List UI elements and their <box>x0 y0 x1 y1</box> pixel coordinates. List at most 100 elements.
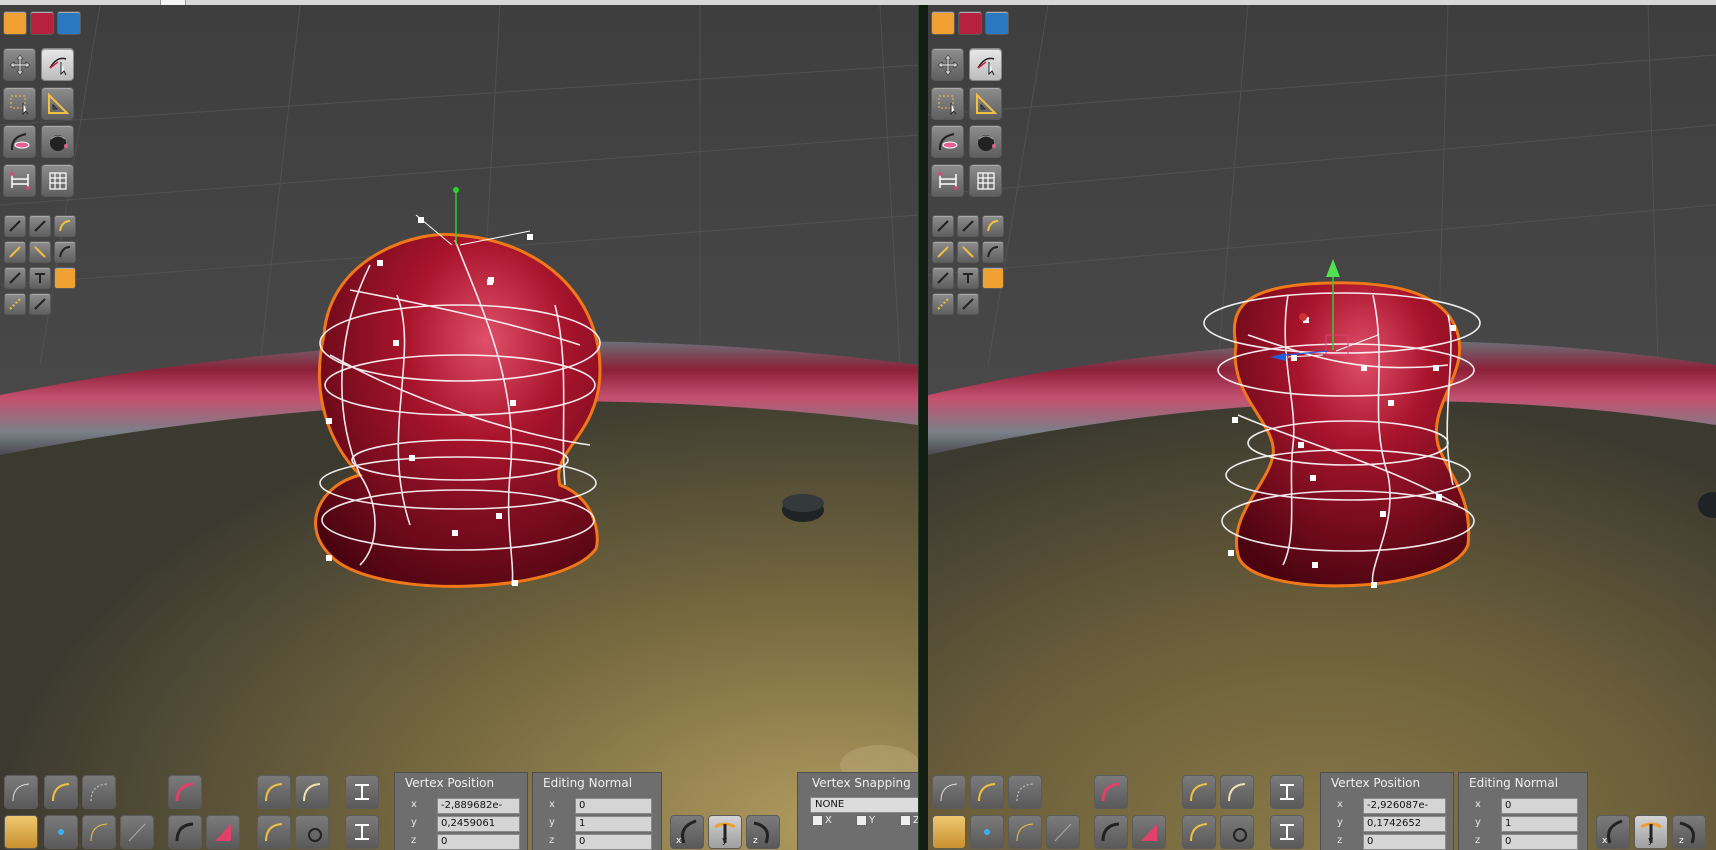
spline-mode-yellow-icon[interactable] <box>3 11 27 35</box>
axis-y-button[interactable]: y <box>1634 815 1668 849</box>
edit-point-icon[interactable] <box>4 267 26 289</box>
move-tool-icon[interactable] <box>3 48 36 81</box>
bridge-icon[interactable] <box>3 164 36 197</box>
axis-z-button[interactable]: z <box>746 815 780 849</box>
curve-tool-icon[interactable] <box>1220 775 1254 809</box>
snap-z-checkbox[interactable]: Z <box>900 815 918 826</box>
select-curve-tool-icon[interactable] <box>41 48 74 81</box>
snapping-mode-select[interactable]: NONE <box>810 797 918 813</box>
edit-point-icon[interactable] <box>957 267 979 289</box>
edit-point-icon[interactable] <box>932 241 954 263</box>
edit-point-icon[interactable] <box>932 215 954 237</box>
edit-point-icon[interactable] <box>957 215 979 237</box>
vertex-y-field[interactable]: 0,2459061 <box>437 816 520 832</box>
rect-select-icon[interactable] <box>3 87 36 120</box>
normal-y-field[interactable]: 1 <box>1501 816 1578 832</box>
vertex-z-field[interactable]: 0 <box>1363 834 1446 850</box>
measure-triangle-icon[interactable] <box>41 87 74 120</box>
arc-tool-icon[interactable] <box>1046 815 1080 849</box>
arc-tool-icon[interactable] <box>4 775 38 809</box>
active-cap-icon[interactable] <box>54 267 76 289</box>
spline-mode-yellow-icon[interactable] <box>931 11 955 35</box>
edit-point-icon[interactable] <box>29 293 51 315</box>
snap-x-checkbox[interactable]: X <box>812 815 832 826</box>
axis-y-button[interactable]: y <box>708 815 742 849</box>
vertex-x-field[interactable]: -2,889682e- <box>437 798 520 814</box>
shell-icon[interactable] <box>41 125 74 158</box>
curve-tool-icon[interactable] <box>1094 815 1128 849</box>
arc-tool-icon[interactable] <box>82 815 116 849</box>
arc-fill-icon[interactable] <box>932 815 966 849</box>
edit-point-icon[interactable] <box>982 241 1004 263</box>
arc-fill-icon[interactable] <box>4 815 38 849</box>
move-tool-icon[interactable] <box>931 48 964 81</box>
ring-tool-icon[interactable] <box>1220 815 1254 849</box>
ring-tool-icon[interactable] <box>295 815 329 849</box>
right-viewport[interactable]: Vertex Position x -2,926087e- y 0,174265… <box>928 5 1716 850</box>
axis-z-button[interactable]: z <box>1672 815 1706 849</box>
grid-icon[interactable] <box>41 164 74 197</box>
spline-mode-red-icon[interactable] <box>30 11 54 35</box>
curve-tool-icon[interactable] <box>168 815 202 849</box>
red-curve-icon[interactable] <box>168 775 202 809</box>
edit-point-icon[interactable] <box>4 215 26 237</box>
edit-point-icon[interactable] <box>29 267 51 289</box>
edit-point-icon[interactable] <box>54 215 76 237</box>
grid-icon[interactable] <box>969 164 1002 197</box>
vertex-x-field[interactable]: -2,926087e- <box>1363 798 1446 814</box>
lathe-curve-icon[interactable] <box>931 125 964 158</box>
curve-tool-icon[interactable] <box>295 775 329 809</box>
spline-mode-blue-icon[interactable] <box>57 11 81 35</box>
left-viewport[interactable]: Vertex Position x -2,889682e- y 0,245906… <box>0 5 918 850</box>
align-icon[interactable] <box>345 775 379 809</box>
arc-tool-icon[interactable] <box>44 775 78 809</box>
vertex-y-field[interactable]: 0,1742652 <box>1363 816 1446 832</box>
arc-tool-icon[interactable] <box>82 775 116 809</box>
edit-point-icon[interactable] <box>29 241 51 263</box>
edit-point-icon[interactable] <box>4 241 26 263</box>
edit-point-icon[interactable] <box>982 215 1004 237</box>
lathe-curve-icon[interactable] <box>3 125 36 158</box>
edit-point-icon[interactable] <box>54 241 76 263</box>
snap-y-checkbox[interactable]: Y <box>856 815 875 826</box>
curve-tool-icon[interactable] <box>1182 775 1216 809</box>
curve-tool-icon[interactable] <box>257 775 291 809</box>
edit-point-icon[interactable] <box>957 293 979 315</box>
arc-tool-icon[interactable] <box>970 775 1004 809</box>
wedge-icon[interactable] <box>1132 815 1166 849</box>
edit-point-icon[interactable] <box>932 267 954 289</box>
edit-point-icon[interactable] <box>29 215 51 237</box>
curve-tool-icon[interactable] <box>257 815 291 849</box>
active-cap-icon[interactable] <box>982 267 1004 289</box>
measure-triangle-icon[interactable] <box>969 87 1002 120</box>
axis-x-button[interactable]: x <box>1596 815 1630 849</box>
edit-point-icon[interactable] <box>957 241 979 263</box>
arc-tool-icon[interactable] <box>932 775 966 809</box>
arc-tool-icon[interactable] <box>120 815 154 849</box>
arc-tool-icon[interactable] <box>1008 815 1042 849</box>
align-icon[interactable] <box>1270 815 1304 849</box>
align-icon[interactable] <box>345 815 379 849</box>
normal-x-field[interactable]: 0 <box>1501 798 1578 814</box>
normal-z-field[interactable]: 0 <box>1501 834 1578 850</box>
shell-icon[interactable] <box>969 125 1002 158</box>
arc-tool-icon[interactable] <box>1008 775 1042 809</box>
edit-point-icon[interactable] <box>4 293 26 315</box>
normal-x-field[interactable]: 0 <box>575 798 652 814</box>
spline-mode-red-icon[interactable] <box>958 11 982 35</box>
spline-mode-blue-icon[interactable] <box>985 11 1009 35</box>
star-tool-icon[interactable] <box>44 815 78 849</box>
align-icon[interactable] <box>1270 775 1304 809</box>
edit-point-icon[interactable] <box>932 293 954 315</box>
axis-x-button[interactable]: x <box>670 815 704 849</box>
red-curve-icon[interactable] <box>1094 775 1128 809</box>
wedge-icon[interactable] <box>206 815 240 849</box>
vertex-z-field[interactable]: 0 <box>437 834 520 850</box>
normal-z-field[interactable]: 0 <box>575 834 652 850</box>
star-tool-icon[interactable] <box>970 815 1004 849</box>
curve-tool-icon[interactable] <box>1182 815 1216 849</box>
select-curve-tool-icon[interactable] <box>969 48 1002 81</box>
normal-y-field[interactable]: 1 <box>575 816 652 832</box>
bridge-icon[interactable] <box>931 164 964 197</box>
rect-select-icon[interactable] <box>931 87 964 120</box>
